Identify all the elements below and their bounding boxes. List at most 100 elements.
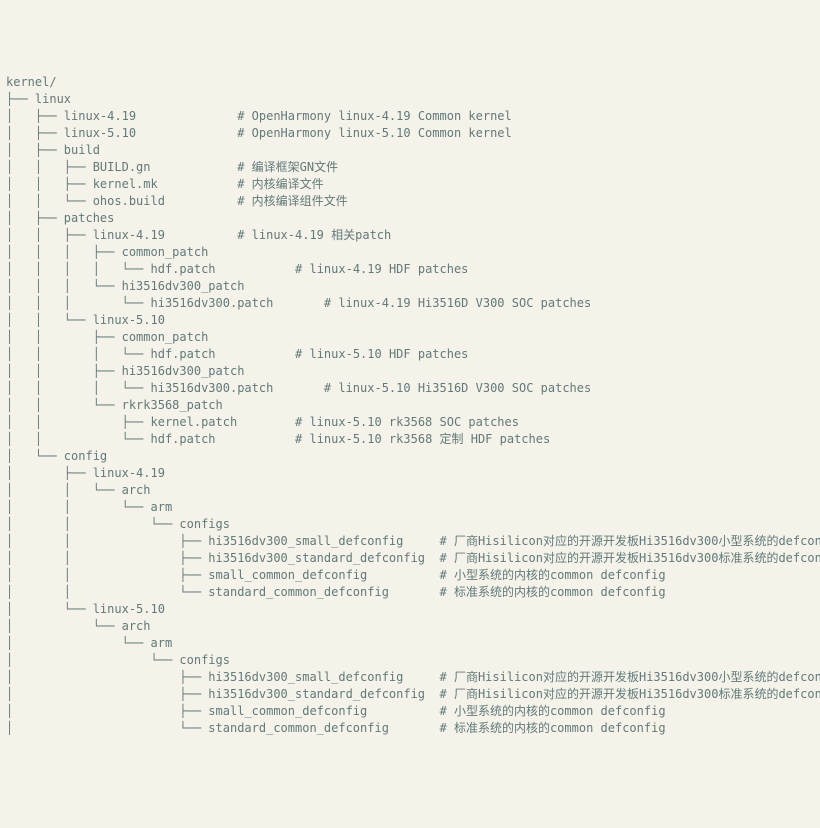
spacer [151,159,238,176]
node-name: hi3516dv300_small_defconfig [208,669,403,686]
tree-line: │ │ ├── small_common_defconfig # 小型系统的内核… [6,567,814,584]
node-name: linux [35,91,71,108]
spacer [273,295,324,312]
tree-line: │ │ ├── kernel.mk # 内核编译文件 [6,176,814,193]
tree-prefix: │ ├── [6,703,208,720]
tree-line: │ ├── patches [6,210,814,227]
node-name: linux-5.10 [93,312,165,329]
spacer [136,125,237,142]
tree-prefix: │ ├── [6,142,64,159]
tree-line: │ │ └── arch [6,482,814,499]
tree-line: │ │ ├── hi3516dv300_patch [6,363,814,380]
hash-icon: # [295,261,309,278]
tree-prefix: │ │ ├── [6,176,93,193]
tree-prefix: │ ├── [6,125,64,142]
tree-prefix: │ │ └── [6,312,93,329]
tree-line: │ │ ├── hi3516dv300_small_defconfig # 厂商… [6,533,814,550]
tree-prefix: │ └── [6,601,93,618]
tree-prefix: │ │ └── [6,584,208,601]
node-name: arm [151,499,173,516]
tree-prefix: │ │ │ └── [6,346,151,363]
tree-line: │ │ ├── kernel.patch # linux-5.10 rk3568… [6,414,814,431]
node-name: hdf.patch [151,261,216,278]
node-name: standard_common_defconfig [208,720,389,737]
node-name: linux-4.19 [64,108,136,125]
tree-prefix: │ └── [6,448,64,465]
comment-text: 厂商Hisilicon对应的开源开发板Hi3516dv300标准系统的defco… [454,686,820,703]
tree-prefix: │ ├── [6,669,208,686]
tree-prefix: │ ├── [6,108,64,125]
tree-prefix: │ │ ├── [6,414,151,431]
node-name: common_patch [122,244,209,261]
spacer [158,176,237,193]
tree-line: │ └── config [6,448,814,465]
comment-text: 厂商Hisilicon对应的开源开发板Hi3516dv300小型系统的defco… [454,533,820,550]
spacer [273,380,324,397]
tree-prefix: │ ├── [6,210,64,227]
spacer [165,227,237,244]
tree-prefix: │ ├── [6,686,208,703]
node-name: BUILD.gn [93,159,151,176]
tree-line: │ │ └── rkrk3568_patch [6,397,814,414]
tree-prefix: │ │ ├── [6,227,93,244]
node-name: common_patch [122,329,209,346]
tree-line: │ ├── linux-5.10 # OpenHarmony linux-5.1… [6,125,814,142]
node-name: small_common_defconfig [208,703,367,720]
comment-text: 小型系统的内核的common defconfig [454,567,666,584]
tree-line: │ ├── linux-4.19 # OpenHarmony linux-4.1… [6,108,814,125]
spacer [237,414,295,431]
hash-icon: # [324,380,338,397]
spacer [389,720,440,737]
tree-prefix: │ │ └── [6,431,151,448]
hash-icon: # [440,584,454,601]
tree-line: │ │ │ │ └── hdf.patch # linux-4.19 HDF p… [6,261,814,278]
tree-prefix: │ │ │ └── [6,295,151,312]
spacer [403,669,439,686]
tree-prefix: │ │ │ └── [6,278,122,295]
comment-text: 厂商Hisilicon对应的开源开发板Hi3516dv300标准系统的defco… [454,550,820,567]
tree-prefix: │ │ └── [6,482,122,499]
tree-prefix: ├── [6,91,35,108]
node-name: arch [122,482,151,499]
tree-prefix: │ └── [6,652,179,669]
comment-text: linux-5.10 rk3568 定制 HDF patches [309,431,550,448]
comment-text: linux-4.19 HDF patches [309,261,468,278]
node-name: hi3516dv300_standard_defconfig [208,550,425,567]
node-name: small_common_defconfig [208,567,367,584]
tree-prefix: │ └── [6,720,208,737]
comment-text: linux-4.19 Hi3516D V300 SOC patches [338,295,591,312]
tree-line: │ ├── linux-4.19 [6,465,814,482]
tree-prefix: │ │ │ │ └── [6,261,151,278]
comment-text: linux-4.19 相关patch [252,227,392,244]
node-name: hi3516dv300_standard_defconfig [208,686,425,703]
node-name: hi3516dv300.patch [151,295,274,312]
comment-text: linux-5.10 HDF patches [309,346,468,363]
hash-icon: # [440,703,454,720]
comment-text: 标准系统的内核的common defconfig [454,584,666,601]
tree-line: │ │ └── linux-5.10 [6,312,814,329]
tree-line: │ │ ├── hi3516dv300_standard_defconfig #… [6,550,814,567]
comment-text: 编译框架GN文件 [252,159,338,176]
spacer [425,550,439,567]
comment-text: 厂商Hisilicon对应的开源开发板Hi3516dv300小型系统的defco… [454,669,820,686]
comment-text: 小型系统的内核的common defconfig [454,703,666,720]
comment-text: linux-5.10 rk3568 SOC patches [309,414,519,431]
tree-line: │ ├── hi3516dv300_standard_defconfig # 厂… [6,686,814,703]
tree-prefix: │ ├── [6,465,93,482]
node-name: kernel.patch [151,414,238,431]
tree-line: │ │ │ └── hi3516dv300_patch [6,278,814,295]
tree-line: │ │ │ └── hi3516dv300.patch # linux-5.10… [6,380,814,397]
hash-icon: # [237,227,251,244]
node-name: arch [122,618,151,635]
hash-icon: # [440,550,454,567]
spacer [425,686,439,703]
tree-prefix: │ │ └── [6,193,93,210]
tree-line: │ │ │ └── hi3516dv300.patch # linux-4.19… [6,295,814,312]
hash-icon: # [440,567,454,584]
hash-icon: # [440,720,454,737]
comment-text: 标准系统的内核的common defconfig [454,720,666,737]
tree-prefix: │ │ └── [6,397,122,414]
comment-text: 内核编译组件文件 [252,193,348,210]
hash-icon: # [237,176,251,193]
hash-icon: # [295,346,309,363]
